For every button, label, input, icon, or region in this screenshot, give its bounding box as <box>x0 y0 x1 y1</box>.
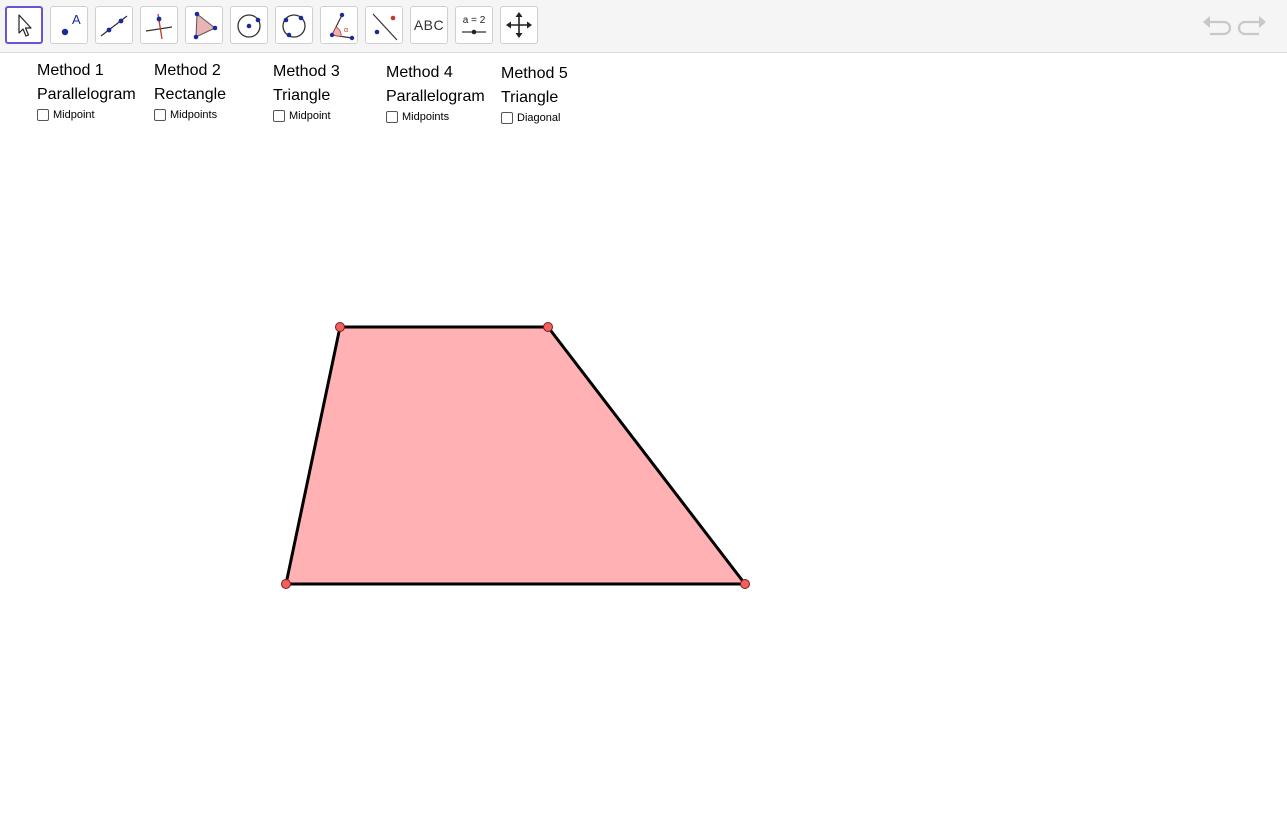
reflect-about-line-icon <box>372 13 398 41</box>
arrow-cursor-icon <box>18 14 32 37</box>
redo-icon <box>1237 16 1266 36</box>
circle-three-points-icon <box>282 14 306 38</box>
vertex-bottom-right[interactable] <box>740 579 750 589</box>
line-tool-button[interactable] <box>95 6 133 44</box>
perpendicular-line-tool-button[interactable] <box>140 6 178 44</box>
slider-icon: a = 2 <box>462 15 486 35</box>
move-tool-button[interactable] <box>5 6 43 44</box>
text-icon: ABC <box>413 17 445 33</box>
slider-tool-label: a = 2 <box>463 15 486 26</box>
point-tool-label: A <box>72 12 81 27</box>
angle-icon: α <box>329 12 355 41</box>
vertex-bottom-left[interactable] <box>281 579 291 589</box>
polygon-tool-button[interactable] <box>185 6 223 44</box>
undo-button[interactable] <box>1200 12 1232 45</box>
point-tool-button[interactable]: A <box>50 6 88 44</box>
slider-tool-button[interactable]: a = 2 <box>455 6 493 44</box>
svg-text:α: α <box>344 27 348 34</box>
circle-center-point-icon <box>237 14 261 38</box>
redo-button[interactable] <box>1237 12 1269 45</box>
circle-three-points-tool-button[interactable] <box>275 6 313 44</box>
vertex-top-right[interactable] <box>543 322 553 332</box>
graphics-view[interactable] <box>0 53 1287 815</box>
line-through-points-icon <box>100 15 128 37</box>
move-graphics-view-tool-button[interactable] <box>500 6 538 44</box>
toolbar: A α ABC a = 2 <box>0 0 1287 53</box>
polygon-icon <box>193 11 218 40</box>
angle-tool-button[interactable]: α <box>320 6 358 44</box>
trapezoid-polygon[interactable] <box>286 327 745 584</box>
move-graphics-view-icon <box>506 12 532 38</box>
vertex-top-left[interactable] <box>335 322 345 332</box>
text-tool-button[interactable]: ABC <box>410 6 448 44</box>
reflect-tool-button[interactable] <box>365 6 403 44</box>
circle-tool-button[interactable] <box>230 6 268 44</box>
perpendicular-line-icon <box>145 13 173 40</box>
undo-icon <box>1203 16 1232 36</box>
point-icon: A <box>61 12 81 36</box>
